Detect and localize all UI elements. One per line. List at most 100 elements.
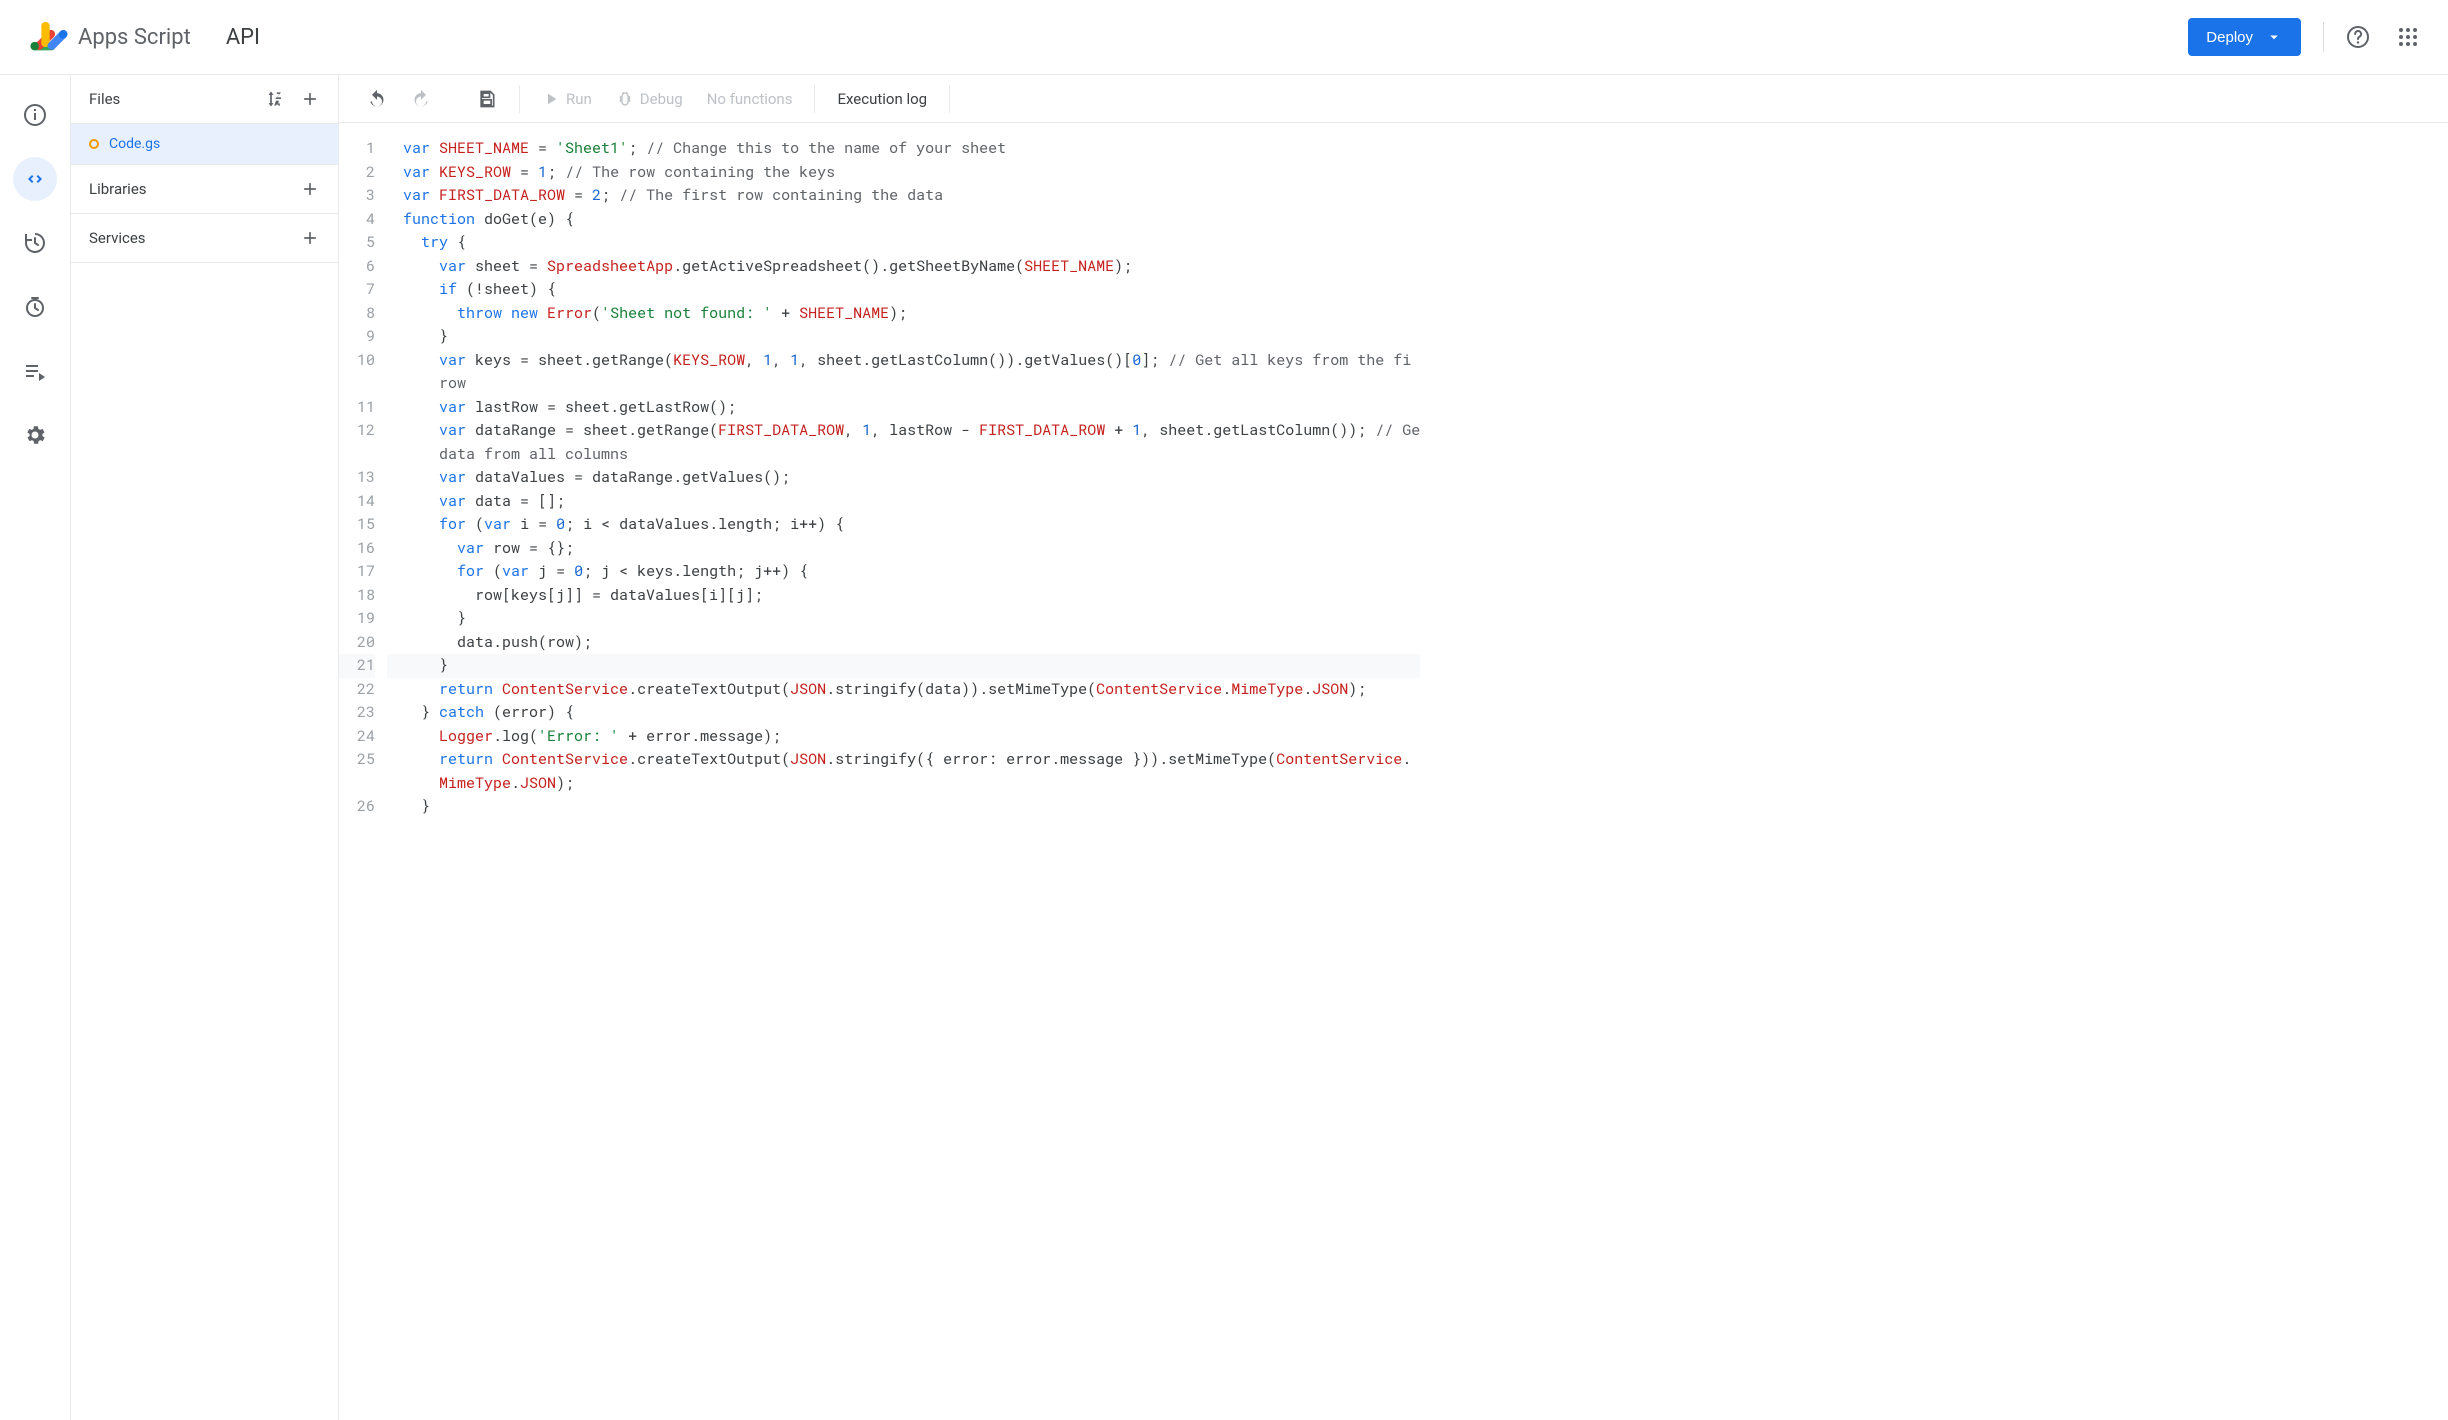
code-line[interactable]: for (var i = 0; i < dataValues.length; i… [387,513,1420,537]
code-line[interactable]: var keys = sheet.getRange(KEYS_ROW, 1, 1… [387,349,1420,373]
undo-button[interactable] [357,83,397,115]
code-icon [23,167,47,191]
execution-log-label: Execution log [837,90,927,108]
deploy-button[interactable]: Deploy [2188,18,2301,56]
code-content[interactable]: var SHEET_NAME = 'Sheet1'; // Change thi… [387,123,1420,833]
services-section-header: Services [71,214,338,263]
code-line[interactable]: return ContentService.createTextOutput(J… [387,748,1420,772]
code-line[interactable]: } [387,325,1420,349]
code-line[interactable]: } [387,607,1420,631]
editor-area: Run Debug No functions Execution log 123… [338,75,2448,1420]
code-line[interactable]: var lastRow = sheet.getLastRow(); [387,396,1420,420]
clock-icon [23,295,47,319]
line-number: 21 [339,654,375,678]
code-line[interactable]: var sheet = SpreadsheetApp.getActiveSpre… [387,255,1420,279]
code-line[interactable]: } [387,654,1420,678]
add-library-button[interactable] [300,179,320,199]
line-number: 4 [339,208,375,232]
code-line[interactable]: data from all columns [387,443,1420,467]
code-line[interactable]: var FIRST_DATA_ROW = 2; // The first row… [387,184,1420,208]
line-number: 15 [339,513,375,537]
run-button[interactable]: Run [532,84,602,114]
sort-files-button[interactable] [266,89,286,109]
line-number: 1 [339,137,375,161]
add-service-button[interactable] [300,228,320,248]
plus-icon [300,89,320,109]
project-title[interactable]: API [226,25,260,50]
code-line[interactable]: data.push(row); [387,631,1420,655]
code-line[interactable]: } catch (error) { [387,701,1420,725]
redo-button[interactable] [401,83,441,115]
code-line[interactable]: var data = []; [387,490,1420,514]
product-logo-wrap[interactable]: Apps Script [28,17,191,57]
line-number: 2 [339,161,375,185]
file-name: Code.gs [109,136,160,152]
code-line[interactable]: for (var j = 0; j < keys.length; j++) { [387,560,1420,584]
rail-executions[interactable] [13,285,57,329]
line-number: 3 [339,184,375,208]
code-line[interactable]: var row = {}; [387,537,1420,561]
code-line[interactable]: if (!sheet) { [387,278,1420,302]
help-icon [2346,25,2370,49]
code-line[interactable]: function doGet(e) { [387,208,1420,232]
line-number: 16 [339,537,375,561]
line-number [339,372,375,396]
bug-icon [616,90,634,108]
info-icon [23,103,47,127]
topbar: Apps Script API Deploy [0,0,2448,75]
undo-icon [367,89,387,109]
line-number: 7 [339,278,375,302]
code-line[interactable]: var dataRange = sheet.getRange(FIRST_DAT… [387,419,1420,443]
line-number: 20 [339,631,375,655]
rail-settings[interactable] [13,413,57,457]
run-label: Run [566,90,592,108]
rail-run-list[interactable] [13,349,57,393]
code-line[interactable]: return ContentService.createTextOutput(J… [387,678,1420,702]
line-number: 14 [339,490,375,514]
line-number: 25 [339,748,375,772]
line-number: 5 [339,231,375,255]
line-gutter: 1234567891011121314151617181920212223242… [339,123,387,833]
help-button[interactable] [2346,25,2370,49]
execution-log-button[interactable]: Execution log [827,84,937,114]
rail-overview[interactable] [13,93,57,137]
code-line[interactable]: row[keys[j]] = dataValues[i][j]; [387,584,1420,608]
services-label: Services [89,229,146,247]
divider [814,85,815,113]
libraries-section-header: Libraries [71,165,338,214]
apps-button[interactable] [2396,25,2420,49]
code-line[interactable]: var SHEET_NAME = 'Sheet1'; // Change thi… [387,137,1420,161]
plus-icon [300,228,320,248]
apps-grid-icon [2396,25,2420,49]
save-button[interactable] [467,83,507,115]
code-line[interactable]: row [387,372,1420,396]
line-number: 18 [339,584,375,608]
code-line[interactable]: var dataValues = dataRange.getValues(); [387,466,1420,490]
debug-button[interactable]: Debug [606,84,693,114]
file-item-code-gs[interactable]: Code.gs [71,124,338,165]
history-icon [23,231,47,255]
line-number: 17 [339,560,375,584]
files-label: Files [89,90,120,108]
code-line[interactable]: var KEYS_ROW = 1; // The row containing … [387,161,1420,185]
product-name: Apps Script [78,25,191,50]
code-line[interactable]: Logger.log('Error: ' + error.message); [387,725,1420,749]
list-play-icon [23,359,47,383]
libraries-label: Libraries [89,180,147,198]
code-editor[interactable]: 1234567891011121314151617181920212223242… [339,123,2448,1420]
no-functions-label: No functions [707,90,793,108]
rail-triggers[interactable] [13,221,57,265]
line-number: 10 [339,349,375,373]
line-number: 8 [339,302,375,326]
code-line[interactable]: throw new Error('Sheet not found: ' + SH… [387,302,1420,326]
line-number [339,443,375,467]
add-file-button[interactable] [300,89,320,109]
code-line[interactable]: MimeType.JSON); [387,772,1420,796]
files-section-header: Files [71,75,338,124]
function-selector[interactable]: No functions [697,84,803,114]
code-line[interactable]: try { [387,231,1420,255]
code-line[interactable]: } [387,795,1420,819]
play-icon [542,90,560,108]
rail-editor[interactable] [13,157,57,201]
redo-icon [411,89,431,109]
